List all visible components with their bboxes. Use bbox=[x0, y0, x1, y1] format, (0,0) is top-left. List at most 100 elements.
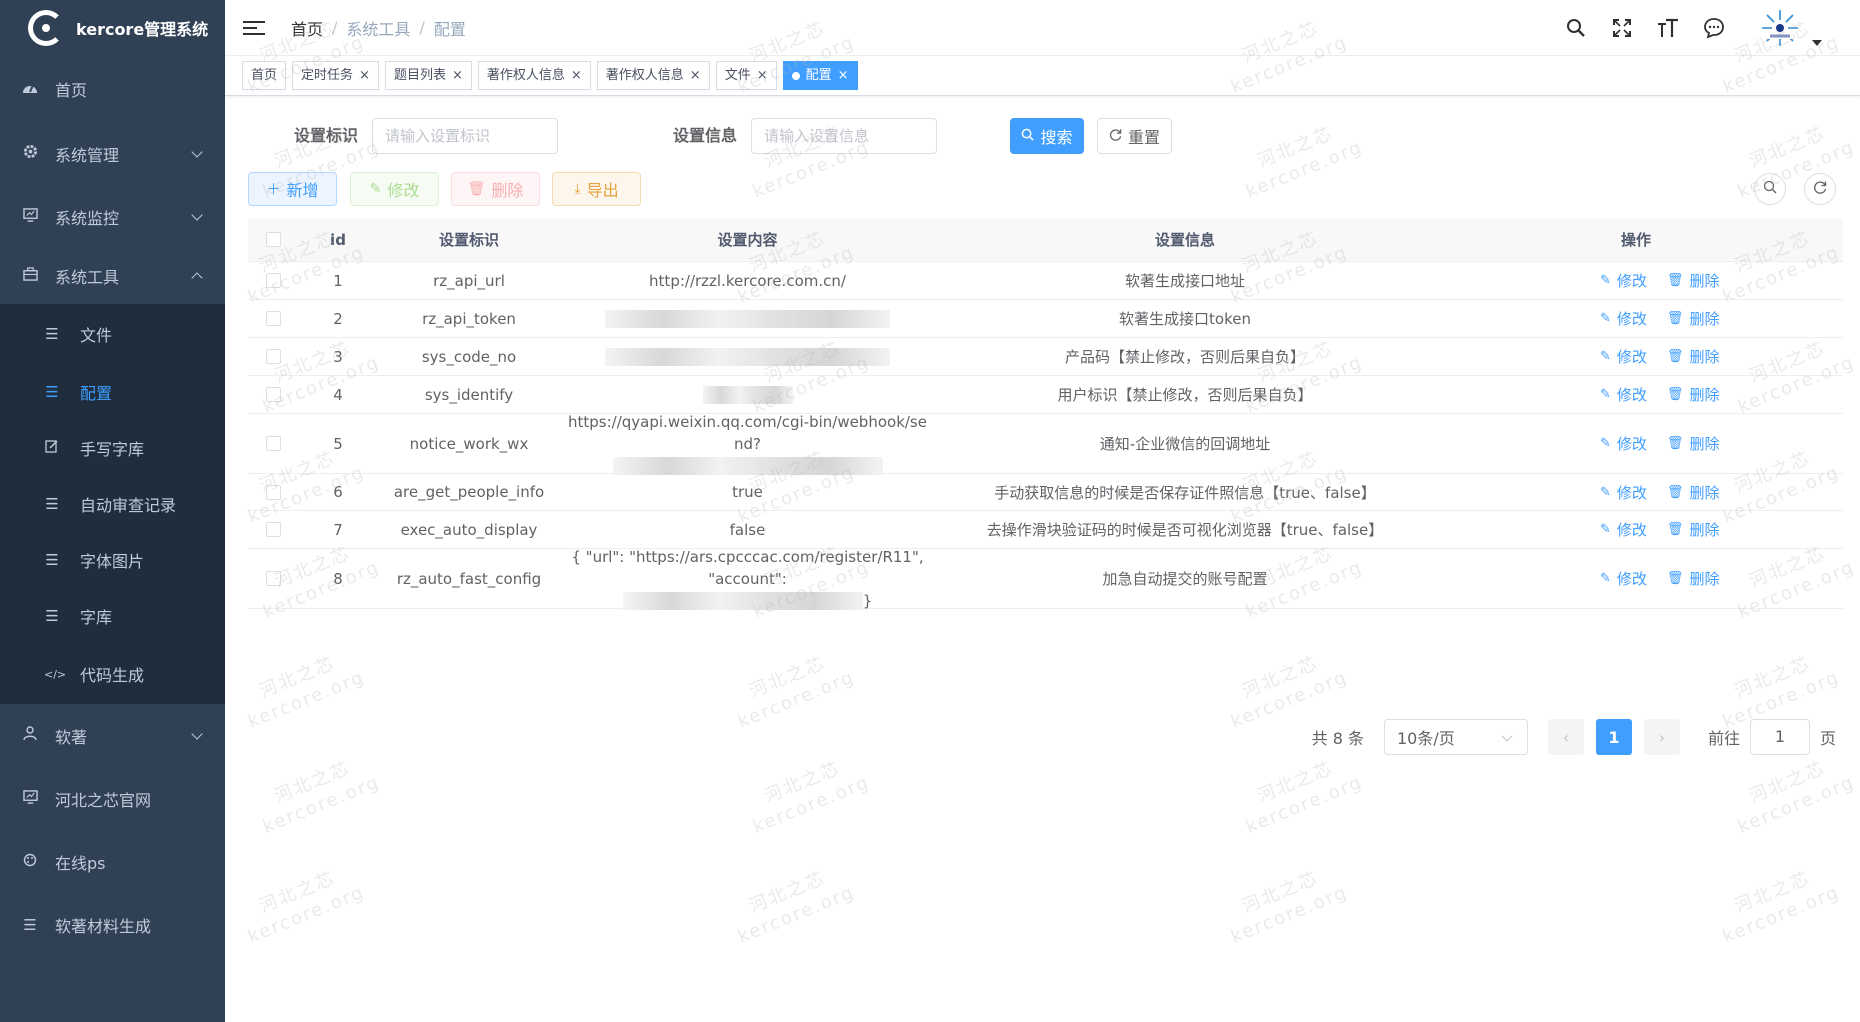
tag-config[interactable]: 配置 × bbox=[782, 61, 858, 90]
refresh-button[interactable] bbox=[1804, 173, 1836, 205]
goto-page-input[interactable]: 1 bbox=[1749, 719, 1810, 755]
sidebar-item-system-monitor[interactable]: 系统监控 bbox=[0, 185, 225, 248]
breadcrumb-home[interactable]: 首页 bbox=[291, 16, 323, 40]
next-page-button[interactable]: › bbox=[1643, 719, 1680, 755]
page-size-select[interactable]: 10条/页 bbox=[1383, 719, 1528, 755]
logo[interactable]: kercore管理系统 bbox=[0, 0, 225, 56]
tag-question-list[interactable]: 题目列表 × bbox=[384, 61, 472, 90]
avatar bbox=[1758, 6, 1802, 50]
tag-file[interactable]: 文件 × bbox=[715, 61, 777, 90]
cell-key: rz_api_url bbox=[433, 271, 505, 290]
row-checkbox[interactable] bbox=[265, 387, 281, 402]
tag-home[interactable]: 首页 bbox=[242, 61, 287, 90]
row-delete-label: 删除 bbox=[1689, 521, 1720, 539]
sidebar-item-file[interactable]: ☰ 文件 bbox=[0, 304, 225, 364]
row-check-cell bbox=[248, 349, 298, 364]
row-edit-button[interactable]: ✎ 修改 bbox=[1600, 433, 1647, 454]
key-input[interactable]: 请输入设置标识 bbox=[372, 118, 558, 154]
toggle-search-button[interactable] bbox=[1754, 173, 1786, 205]
breadcrumb-separator: / bbox=[419, 18, 425, 37]
cell-info: 加急自动提交的账号配置 bbox=[1102, 570, 1268, 588]
row-delete-button[interactable]: 🗑 删除 bbox=[1667, 482, 1720, 503]
tag-copyright-owner-2[interactable]: 著作权人信息 × bbox=[596, 61, 710, 90]
tag-scheduled-task[interactable]: 定时任务 × bbox=[292, 61, 379, 90]
row-delete-button[interactable]: 🗑 删除 bbox=[1667, 568, 1720, 589]
sidebar-item-system-manage[interactable]: 系统管理 bbox=[0, 122, 225, 185]
edit-button[interactable]: ✎ 修改 bbox=[350, 172, 439, 206]
sidebar-item-auto-review[interactable]: ☰ 自动审查记录 bbox=[0, 476, 225, 532]
trash-icon: 🗑 bbox=[1666, 273, 1684, 288]
prev-page-button[interactable]: ‹ bbox=[1547, 719, 1584, 755]
delete-button[interactable]: 🗑 删除 bbox=[451, 172, 540, 206]
export-button[interactable]: ⤓ 导出 bbox=[552, 172, 641, 206]
sidebar-item-font-image[interactable]: ☰ 字体图片 bbox=[0, 532, 225, 588]
close-icon[interactable]: × bbox=[690, 62, 701, 89]
breadcrumb-separator: / bbox=[332, 18, 338, 37]
close-icon[interactable]: × bbox=[757, 62, 768, 89]
row-delete-button[interactable]: 🗑 删除 bbox=[1667, 519, 1720, 540]
row-edit-button[interactable]: ✎ 修改 bbox=[1600, 568, 1647, 589]
user-dropdown[interactable] bbox=[1758, 6, 1822, 50]
row-edit-label: 修改 bbox=[1616, 348, 1647, 366]
code-icon: </> bbox=[44, 667, 67, 681]
row-checkbox[interactable] bbox=[265, 484, 281, 500]
hamburger-icon[interactable] bbox=[243, 17, 265, 39]
close-icon[interactable]: × bbox=[838, 62, 849, 89]
close-icon[interactable]: × bbox=[571, 62, 582, 89]
sidebar-item-label: 系统管理 bbox=[55, 145, 120, 165]
row-delete-button[interactable]: 🗑 删除 bbox=[1667, 384, 1720, 405]
sidebar-item-config[interactable]: ☰ 配置 bbox=[0, 364, 225, 420]
sidebar-item-font-library[interactable]: ☰ 字库 bbox=[0, 588, 225, 644]
row-edit-button[interactable]: ✎ 修改 bbox=[1600, 346, 1647, 367]
table-header: id 设置标识 设置内容 设置信息 操作 bbox=[248, 218, 1843, 262]
row-checkbox[interactable] bbox=[265, 522, 281, 537]
select-all-checkbox[interactable] bbox=[265, 232, 281, 247]
sidebar-item-codegen[interactable]: </> 代码生成 bbox=[0, 644, 225, 704]
row-edit-button[interactable]: ✎ 修改 bbox=[1600, 482, 1647, 503]
tag-copyright-owner[interactable]: 著作权人信息 × bbox=[477, 61, 591, 90]
sidebar-item-official-site[interactable]: 河北之芯官网 bbox=[0, 767, 225, 830]
page-number-button[interactable]: 1 bbox=[1595, 719, 1632, 755]
row-delete-button[interactable]: 🗑 删除 bbox=[1667, 270, 1720, 291]
row-checkbox[interactable] bbox=[265, 436, 281, 451]
cell-value-redacted bbox=[560, 384, 935, 406]
sidebar-item-system-tools[interactable]: 系统工具 bbox=[0, 248, 225, 304]
cell-key: rz_api_token bbox=[422, 309, 516, 328]
row-checkbox[interactable] bbox=[265, 311, 281, 326]
chat-icon[interactable] bbox=[1702, 16, 1726, 40]
search-form: 设置标识 请输入设置标识 设置信息 请输入设置信息 搜索 重置 bbox=[225, 118, 1860, 154]
add-button[interactable]: ＋ 新增 bbox=[248, 172, 337, 206]
row-checkbox[interactable] bbox=[265, 349, 281, 364]
cell-operation: ✎ 修改 🗑 删除 bbox=[1435, 433, 1843, 454]
font-size-icon[interactable] bbox=[1656, 16, 1680, 40]
row-check-cell bbox=[248, 522, 298, 537]
sidebar-item-home[interactable]: 首页 bbox=[0, 56, 225, 122]
row-edit-button[interactable]: ✎ 修改 bbox=[1600, 519, 1647, 540]
row-delete-label: 删除 bbox=[1689, 386, 1720, 404]
reset-button[interactable]: 重置 bbox=[1097, 118, 1172, 154]
row-checkbox[interactable] bbox=[265, 273, 281, 288]
close-icon[interactable]: × bbox=[452, 62, 463, 89]
sidebar-item-copyright[interactable]: 软著 bbox=[0, 704, 225, 767]
fullscreen-icon[interactable] bbox=[1610, 16, 1634, 40]
edit-button-label: 修改 bbox=[387, 181, 420, 200]
row-delete-button[interactable]: 🗑 删除 bbox=[1667, 433, 1720, 454]
close-icon[interactable]: × bbox=[359, 62, 370, 89]
sidebar-item-handwriting[interactable]: 手写字库 bbox=[0, 420, 225, 476]
sidebar-item-material-gen[interactable]: ☰ 软著材料生成 bbox=[0, 893, 225, 956]
cell-id: 4 bbox=[333, 385, 343, 404]
breadcrumb: 首页 / 系统工具 / 配置 bbox=[291, 16, 466, 40]
row-edit-label: 修改 bbox=[1616, 521, 1647, 539]
row-checkbox[interactable] bbox=[265, 571, 281, 586]
search-icon[interactable] bbox=[1564, 16, 1588, 40]
row-check-cell bbox=[248, 484, 298, 500]
search-button[interactable]: 搜索 bbox=[1010, 118, 1084, 154]
row-delete-button[interactable]: 🗑 删除 bbox=[1667, 346, 1720, 367]
sidebar-item-online-ps[interactable]: 在线ps bbox=[0, 830, 225, 893]
row-edit-button[interactable]: ✎ 修改 bbox=[1600, 270, 1647, 291]
row-edit-button[interactable]: ✎ 修改 bbox=[1600, 308, 1647, 329]
info-input[interactable]: 请输入设置信息 bbox=[751, 118, 937, 154]
row-edit-button[interactable]: ✎ 修改 bbox=[1600, 384, 1647, 405]
sidebar-item-label: 字库 bbox=[80, 608, 113, 627]
row-delete-button[interactable]: 🗑 删除 bbox=[1667, 308, 1720, 329]
